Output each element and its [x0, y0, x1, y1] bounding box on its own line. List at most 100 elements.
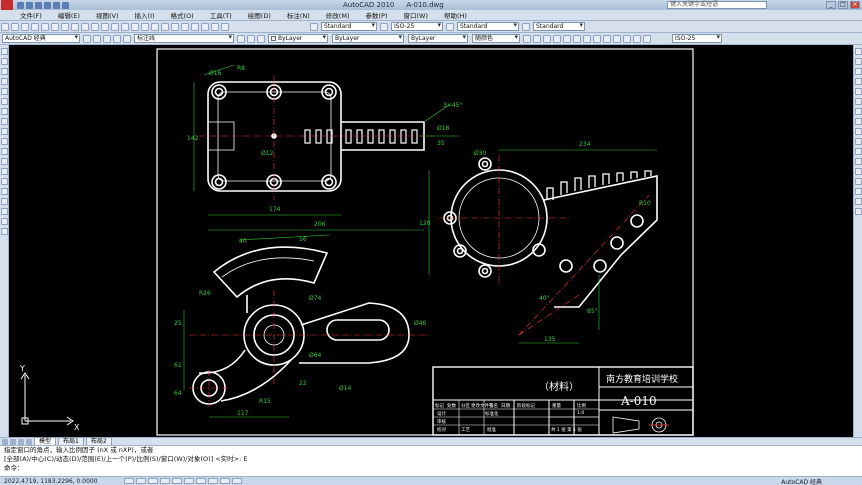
- properties-icon[interactable]: [161, 22, 169, 31]
- menu-item[interactable]: 窗口(W): [403, 10, 428, 20]
- search-input[interactable]: 键入关键字或短语: [667, 1, 767, 9]
- close-button[interactable]: ×: [850, 1, 860, 9]
- revcloud-icon[interactable]: [1, 118, 8, 125]
- plotstyle-select[interactable]: 随颜色: [472, 34, 520, 43]
- color-select[interactable]: ByLayer: [268, 34, 328, 43]
- insert-block-icon[interactable]: [1, 158, 8, 165]
- ortho-toggle[interactable]: [148, 478, 158, 484]
- redo-icon[interactable]: [111, 22, 119, 31]
- mtext-icon[interactable]: [1, 228, 8, 235]
- dim-radius-icon[interactable]: [563, 34, 571, 43]
- grid-toggle[interactable]: [136, 478, 146, 484]
- menu-item[interactable]: 格式(O): [171, 10, 194, 20]
- redo-icon[interactable]: [53, 1, 60, 9]
- layer-freeze-icon[interactable]: [113, 34, 121, 43]
- copy-object-icon[interactable]: [855, 58, 862, 65]
- menu-item[interactable]: 文件(F): [20, 10, 42, 20]
- drawing-canvas[interactable]: Ø16 R8 142 3×45° Ø12 Ø18 35 174 206 Ø30 …: [9, 45, 853, 437]
- rotate-icon[interactable]: [855, 108, 862, 115]
- dim-jogged-icon[interactable]: [573, 34, 581, 43]
- menu-item[interactable]: 工具(T): [210, 10, 232, 20]
- dim-aligned-icon[interactable]: [533, 34, 541, 43]
- application-menu-button[interactable]: [1, 0, 13, 10]
- chamfer-icon[interactable]: [855, 188, 862, 195]
- table-icon[interactable]: [1, 218, 8, 225]
- mirror-icon[interactable]: [855, 68, 862, 75]
- circle-icon[interactable]: [1, 108, 8, 115]
- array-icon[interactable]: [855, 88, 862, 95]
- trim-icon[interactable]: [855, 138, 862, 145]
- matchprop-icon[interactable]: [91, 22, 99, 31]
- ducs-toggle[interactable]: [196, 478, 206, 484]
- spline-icon[interactable]: [1, 128, 8, 135]
- dim-style-select[interactable]: ISO-25: [391, 22, 443, 31]
- cut-icon[interactable]: [61, 22, 69, 31]
- xline-icon[interactable]: [1, 58, 8, 65]
- polygon-icon[interactable]: [1, 78, 8, 85]
- offset-icon[interactable]: [855, 78, 862, 85]
- pan-icon[interactable]: [121, 22, 129, 31]
- line-icon[interactable]: [1, 48, 8, 55]
- command-line[interactable]: 指定窗口的角点，输入比例因子 (nX 或 nXP)，或者 [全部(A)/中心(C…: [0, 445, 862, 476]
- paste-icon[interactable]: [81, 22, 89, 31]
- tab-first-button[interactable]: [2, 438, 8, 445]
- tolerance-icon[interactable]: [633, 34, 641, 43]
- tab-next-button[interactable]: [18, 438, 24, 445]
- preview-icon[interactable]: [41, 22, 49, 31]
- layer-lock-icon[interactable]: [123, 34, 131, 43]
- dyn-toggle[interactable]: [208, 478, 218, 484]
- minimize-button[interactable]: _: [826, 1, 836, 9]
- menu-item[interactable]: 绘图(D): [248, 10, 271, 20]
- save-icon[interactable]: [21, 22, 29, 31]
- region-icon[interactable]: [1, 208, 8, 215]
- gradient-icon[interactable]: [1, 198, 8, 205]
- calculator-icon[interactable]: [211, 22, 219, 31]
- move-icon[interactable]: [855, 98, 862, 105]
- layer-previous-icon[interactable]: [247, 34, 255, 43]
- mleader-style-select[interactable]: Standard: [533, 22, 585, 31]
- dim-diameter-icon[interactable]: [583, 34, 591, 43]
- save-icon[interactable]: [35, 1, 42, 9]
- open-icon[interactable]: [11, 22, 19, 31]
- new-icon[interactable]: [1, 22, 9, 31]
- erase-icon[interactable]: [855, 48, 862, 55]
- osnap-toggle[interactable]: [172, 478, 182, 484]
- polyline-icon[interactable]: [1, 68, 8, 75]
- polar-toggle[interactable]: [160, 478, 170, 484]
- scale-icon[interactable]: [855, 118, 862, 125]
- menu-item[interactable]: 标注(N): [287, 10, 310, 20]
- help-icon[interactable]: [221, 22, 229, 31]
- center-mark-icon[interactable]: [643, 34, 651, 43]
- tab-last-button[interactable]: [26, 438, 32, 445]
- lwt-toggle[interactable]: [220, 478, 230, 484]
- zoom-window-icon[interactable]: [141, 22, 149, 31]
- command-prompt[interactable]: 命令：: [4, 464, 862, 473]
- sheetset-icon[interactable]: [191, 22, 199, 31]
- break-icon[interactable]: [855, 168, 862, 175]
- workspace-settings-icon[interactable]: [83, 34, 91, 43]
- plot-icon[interactable]: [62, 1, 69, 9]
- new-icon[interactable]: [17, 1, 24, 9]
- menu-item[interactable]: 参数(P): [365, 10, 387, 20]
- menu-item[interactable]: 插入(I): [135, 10, 155, 20]
- open-icon[interactable]: [26, 1, 33, 9]
- dim-arc-icon[interactable]: [543, 34, 551, 43]
- tab-prev-button[interactable]: [10, 438, 16, 445]
- ellipse-arc-icon[interactable]: [1, 148, 8, 155]
- dim-baseline-icon[interactable]: [613, 34, 621, 43]
- dim-ordinate-icon[interactable]: [553, 34, 561, 43]
- make-block-icon[interactable]: [1, 168, 8, 175]
- qp-toggle[interactable]: [232, 478, 242, 484]
- dim-linear-icon[interactable]: [523, 34, 531, 43]
- quick-dim-icon[interactable]: [603, 34, 611, 43]
- otrack-toggle[interactable]: [184, 478, 194, 484]
- text-style-select[interactable]: Standard: [321, 22, 377, 31]
- markup-icon[interactable]: [201, 22, 209, 31]
- layer-manager-icon[interactable]: [93, 34, 101, 43]
- toolpalette-icon[interactable]: [181, 22, 189, 31]
- undo-icon[interactable]: [101, 22, 109, 31]
- dim-continue-icon[interactable]: [623, 34, 631, 43]
- workspace-status[interactable]: AutoCAD 经典: [781, 477, 822, 485]
- layer-select[interactable]: 标注线: [134, 34, 234, 43]
- undo-icon[interactable]: [44, 1, 51, 9]
